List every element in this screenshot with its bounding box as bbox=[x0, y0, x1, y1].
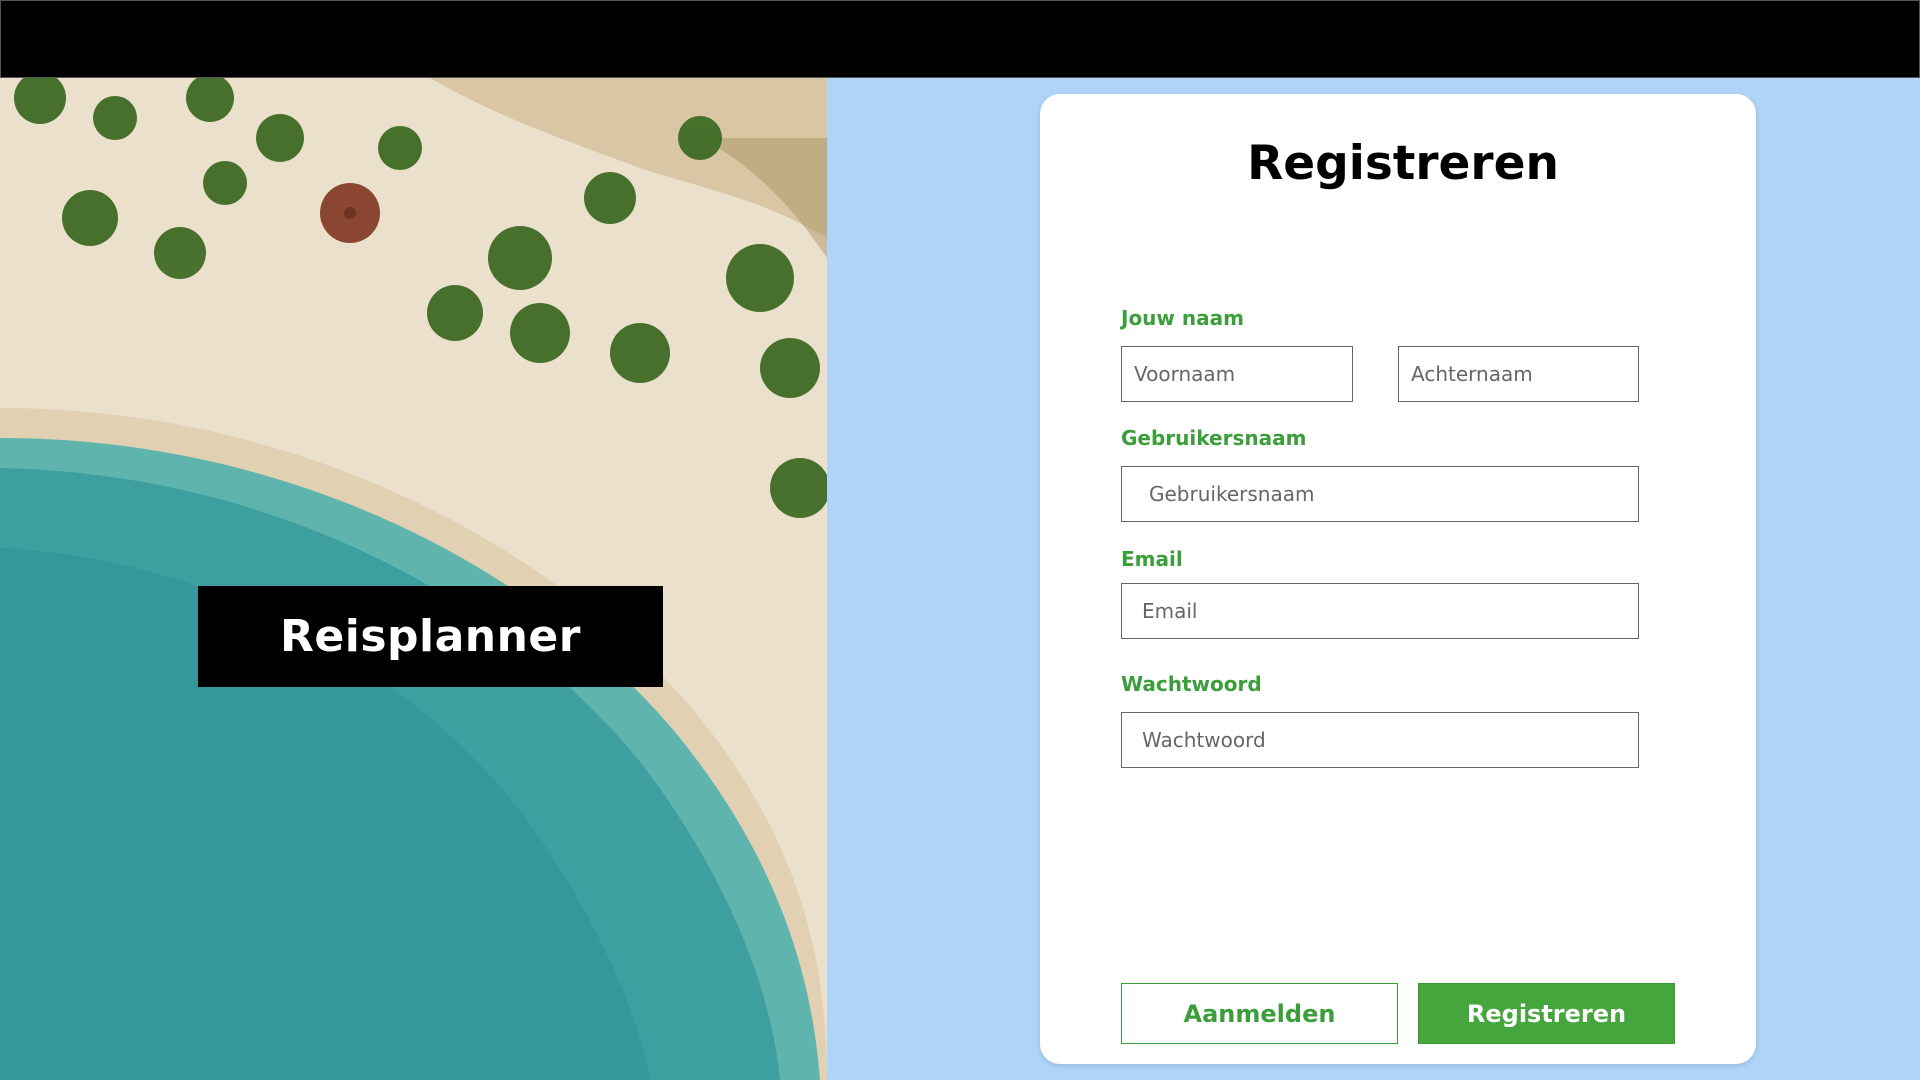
login-button[interactable]: Aanmelden bbox=[1121, 983, 1398, 1044]
firstname-input[interactable] bbox=[1121, 346, 1353, 402]
email-label: Email bbox=[1121, 547, 1183, 571]
password-input[interactable] bbox=[1121, 712, 1639, 768]
form-title: Registreren bbox=[1247, 136, 1559, 191]
brand-label: Reisplanner bbox=[198, 586, 663, 687]
beach-illustration bbox=[0, 78, 827, 1080]
beach-hero-image: Reisplanner bbox=[0, 78, 827, 1080]
username-label: Gebruikersnaam bbox=[1121, 426, 1307, 450]
name-label: Jouw naam bbox=[1121, 306, 1244, 330]
top-bar bbox=[0, 0, 1920, 78]
email-input[interactable] bbox=[1121, 583, 1639, 639]
register-card bbox=[1040, 94, 1756, 1064]
password-label: Wachtwoord bbox=[1121, 672, 1262, 696]
register-button[interactable]: Registreren bbox=[1418, 983, 1675, 1044]
username-input[interactable] bbox=[1121, 466, 1639, 522]
lastname-input[interactable] bbox=[1398, 346, 1639, 402]
